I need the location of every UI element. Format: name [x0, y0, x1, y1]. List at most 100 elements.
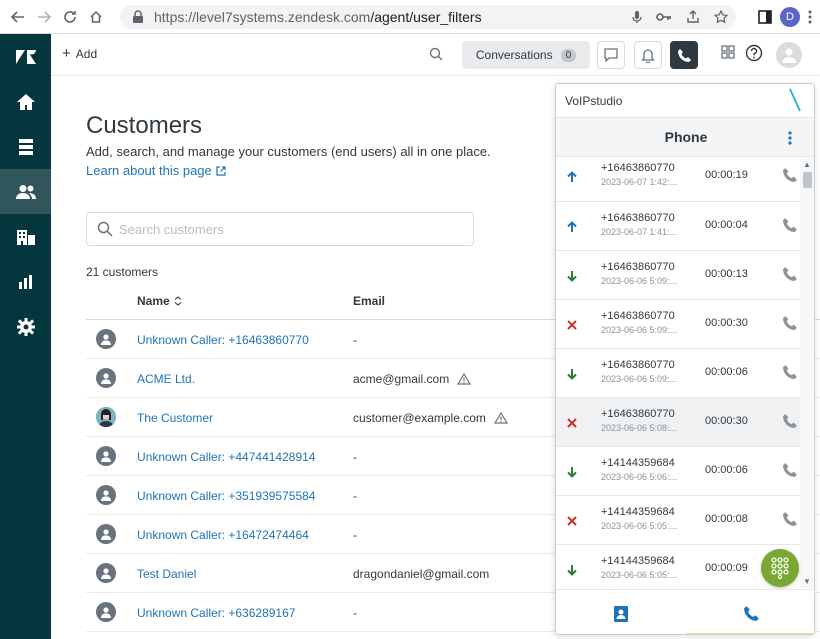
redial-button[interactable]	[782, 462, 798, 483]
incoming-call-arrow-icon	[567, 369, 577, 380]
header-search-button[interactable]	[429, 47, 443, 66]
add-button[interactable]: + Add	[62, 45, 97, 62]
redial-button[interactable]	[782, 511, 798, 532]
sidebar-item-reporting[interactable]	[0, 259, 51, 304]
reporting-icon	[18, 274, 32, 289]
chat-button[interactable]	[597, 41, 625, 69]
page-description: Add, search, and manage your customers (…	[86, 144, 491, 159]
side-panel-icon[interactable]	[758, 10, 772, 24]
call-duration: 00:00:19	[705, 169, 748, 181]
sidebar-item-views[interactable]	[0, 124, 51, 169]
customer-name-link[interactable]: Unknown Caller: +447441428914	[137, 450, 315, 464]
sidebar-item-admin[interactable]	[0, 304, 51, 349]
call-number: +16463860770	[601, 359, 675, 371]
call-duration: 00:00:30	[705, 317, 748, 329]
user-avatar[interactable]	[776, 42, 802, 68]
reload-button[interactable]	[57, 4, 83, 30]
learn-about-link[interactable]: Learn about this page	[86, 163, 226, 178]
customer-name-link[interactable]: Unknown Caller: +16472474464	[137, 528, 309, 542]
customer-search-input[interactable]	[119, 221, 449, 237]
url-text: https://level7systems.zendesk.com/agent/…	[154, 9, 482, 25]
customer-name-link[interactable]: Test Daniel	[137, 567, 196, 581]
call-direction	[566, 465, 578, 478]
sidebar-item-home[interactable]	[0, 79, 51, 124]
call-history-item[interactable]: +16463860770 2023-06-07 1:41:... 00:00:04	[556, 202, 800, 251]
redial-button[interactable]	[782, 167, 798, 188]
customer-name-link[interactable]: The Customer	[137, 411, 213, 425]
microphone-icon[interactable]	[632, 10, 642, 24]
back-button[interactable]	[5, 4, 31, 30]
contacts-book-icon	[614, 605, 628, 622]
name-column-header[interactable]: Name	[137, 294, 182, 308]
page-title: Customers	[86, 112, 203, 139]
incoming-call-arrow-icon	[567, 271, 577, 282]
call-history-item[interactable]: +16463860770 2023-06-06 5:08:... 00:00:30	[556, 398, 800, 447]
profile-avatar[interactable]: D	[780, 7, 800, 27]
call-history-item[interactable]: +16463860770 2023-06-06 5:09:... 00:00:06	[556, 349, 800, 398]
call-duration: 00:00:13	[705, 268, 748, 280]
redial-button[interactable]	[782, 315, 798, 336]
customer-search-box[interactable]	[86, 212, 474, 246]
incoming-call-arrow-icon	[567, 565, 577, 576]
call-list-scrollbar[interactable]: ▲ ▼	[800, 158, 814, 588]
call-timestamp: 2023-06-06 5:05:...	[601, 521, 678, 531]
redial-button[interactable]	[782, 413, 798, 434]
customer-name-link[interactable]: Unknown Caller: +636289167	[137, 606, 295, 620]
conversations-button[interactable]: Conversations 0	[462, 41, 590, 69]
redial-button[interactable]	[782, 266, 798, 287]
call-history-item[interactable]: +16463860770 2023-06-06 5:09:... 00:00:13	[556, 251, 800, 300]
dialpad-icon	[771, 557, 789, 579]
learn-about-label: Learn about this page	[86, 163, 212, 178]
help-button[interactable]	[745, 44, 763, 67]
scroll-down-arrow[interactable]: ▼	[803, 577, 811, 586]
call-duration: 00:00:06	[705, 366, 748, 378]
zendesk-logo[interactable]	[0, 34, 51, 79]
call-history-item[interactable]: +16463860770 2023-06-06 5:09:... 00:00:30	[556, 300, 800, 349]
top-header: + Add Conversations 0	[51, 34, 820, 76]
reload-icon	[64, 10, 76, 23]
address-bar[interactable]: https://level7systems.zendesk.com/agent/…	[120, 5, 736, 29]
arrow-left-icon	[11, 10, 24, 23]
phone-app-button[interactable]	[670, 41, 698, 69]
tab-contacts[interactable]	[556, 590, 686, 634]
customer-email-text: -	[353, 450, 357, 464]
phone-icon	[783, 512, 797, 526]
call-duration: 00:00:09	[705, 562, 748, 574]
voip-header: VoIPstudio	[556, 84, 814, 117]
call-history-item[interactable]: +14144359684 2023-06-06 5:05:... 00:00:08	[556, 496, 800, 545]
call-history-item[interactable]: +14144359684 2023-06-06 5:06:... 00:00:06	[556, 447, 800, 496]
sidebar-item-customers[interactable]	[0, 169, 51, 214]
apps-button[interactable]	[721, 45, 735, 64]
call-direction	[566, 269, 578, 282]
call-timestamp: 2023-06-06 5:05:...	[601, 570, 678, 580]
key-icon[interactable]	[656, 12, 672, 22]
missed-call-x-icon	[567, 320, 577, 330]
tab-phone[interactable]	[686, 590, 814, 634]
call-number: +16463860770	[601, 261, 675, 273]
search-icon	[97, 221, 113, 237]
customer-name-link[interactable]: Unknown Caller: +351939575584	[137, 489, 315, 503]
plus-icon: +	[62, 45, 71, 62]
star-icon[interactable]	[714, 10, 728, 24]
sidebar-item-organizations[interactable]	[0, 214, 51, 259]
redial-button[interactable]	[782, 364, 798, 385]
kebab-menu-icon[interactable]	[808, 10, 812, 24]
customer-name-link[interactable]: ACME Ltd.	[137, 372, 195, 386]
email-column-header: Email	[353, 294, 386, 308]
lock-icon	[132, 10, 146, 24]
customer-email: dragondaniel@gmail.com	[353, 567, 489, 581]
phone-icon	[783, 316, 797, 330]
call-history-item[interactable]: +16463860770 2023-06-07 1:42:... 00:00:19	[556, 158, 800, 202]
vertical-dots-menu-icon[interactable]	[788, 131, 792, 145]
scroll-thumb[interactable]	[803, 172, 812, 188]
voip-app-title: VoIPstudio	[565, 94, 623, 108]
customer-name-link[interactable]: Unknown Caller: +16463860770	[137, 333, 309, 347]
scroll-up-arrow[interactable]: ▲	[803, 160, 811, 169]
forward-button[interactable]	[31, 4, 57, 30]
dialpad-button[interactable]	[761, 549, 799, 587]
notifications-button[interactable]	[634, 41, 662, 69]
home-button[interactable]	[83, 4, 109, 30]
customer-email-text: -	[353, 489, 357, 503]
redial-button[interactable]	[782, 217, 798, 238]
share-icon[interactable]	[686, 10, 700, 24]
